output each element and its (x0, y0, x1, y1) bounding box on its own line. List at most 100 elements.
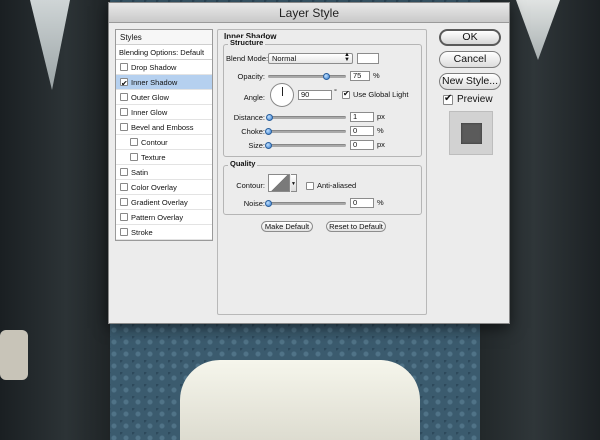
distance-input[interactable]: 1 (350, 112, 374, 122)
size-label: Size: (248, 141, 265, 150)
distance-unit: px (377, 112, 385, 121)
distance-label: Distance: (233, 113, 265, 122)
opacity-unit: % (373, 71, 380, 80)
make-default-button[interactable]: Make Default (261, 221, 313, 232)
opacity-slider[interactable] (268, 73, 346, 80)
size-input[interactable]: 0 (350, 140, 374, 150)
style-item-label: Drop Shadow (131, 62, 177, 72)
choke-unit: % (377, 126, 384, 135)
blending-options-item[interactable]: Blending Options: Default (116, 45, 212, 60)
distance-slider-thumb[interactable] (266, 114, 273, 121)
style-item-contour[interactable]: Contour (116, 135, 212, 150)
ok-button[interactable]: OK (439, 29, 501, 46)
style-item-label: Contour (141, 137, 168, 147)
style-item-pattern-overlay[interactable]: Pattern Overlay (116, 210, 212, 225)
dialog-title: Layer Style (278, 6, 340, 20)
style-preview-square (461, 123, 482, 144)
distance-slider[interactable] (266, 114, 346, 121)
preview-checkbox[interactable] (443, 93, 453, 105)
inner-shadow-panel: Inner Shadow Structure Blend Mode: Norma… (217, 29, 427, 315)
choke-input[interactable]: 0 (350, 126, 374, 136)
angle-label: Angle: (243, 93, 265, 102)
styles-list: Styles Blending Options: Default Drop Sh… (115, 29, 213, 241)
style-item-checkbox[interactable] (130, 138, 138, 146)
opacity-input[interactable]: 75 (350, 71, 370, 81)
style-item-label: Bevel and Emboss (131, 122, 194, 132)
angle-degree: ° (334, 87, 337, 96)
style-item-outer-glow[interactable]: Outer Glow (116, 90, 212, 105)
anti-aliased-row[interactable]: Anti-aliased (306, 181, 356, 190)
contour-label: Contour: (236, 181, 265, 190)
style-item-checkbox[interactable] (130, 153, 138, 161)
choke-slider[interactable] (265, 128, 346, 135)
opacity-slider-thumb[interactable] (322, 73, 330, 80)
layer-style-dialog: Layer Style Styles Blending Options: Def… (108, 2, 510, 324)
size-unit: px (377, 140, 385, 149)
preview-row[interactable]: Preview (443, 93, 493, 105)
cancel-button[interactable]: Cancel (439, 51, 501, 68)
style-item-checkbox[interactable] (120, 228, 128, 236)
contour-dropdown-icon[interactable]: ▼ (291, 174, 297, 192)
noise-input[interactable]: 0 (350, 198, 374, 208)
shirt-collar-left (30, 0, 70, 90)
style-item-checkbox[interactable] (120, 168, 128, 176)
background-person-left (0, 0, 110, 440)
opacity-label: Opacity: (237, 72, 265, 81)
size-slider[interactable] (265, 142, 346, 149)
style-item-label: Color Overlay (131, 182, 177, 192)
style-item-checkbox[interactable] (120, 123, 128, 131)
contour-preview[interactable] (268, 174, 290, 192)
style-item-drop-shadow[interactable]: Drop Shadow (116, 60, 212, 75)
use-global-light-row[interactable]: Use Global Light (342, 89, 409, 99)
style-item-label: Stroke (131, 227, 153, 237)
style-item-label: Pattern Overlay (131, 212, 184, 222)
style-item-checkbox[interactable] (120, 198, 128, 206)
blend-mode-select[interactable]: Normal ▲ ▼ (268, 52, 353, 64)
styles-header[interactable]: Styles (116, 30, 212, 45)
style-item-stroke[interactable]: Stroke (116, 225, 212, 240)
use-global-light-checkbox[interactable] (342, 89, 350, 99)
blend-mode-label: Blend Mode: (226, 54, 269, 63)
style-item-checkbox[interactable] (120, 108, 128, 116)
style-item-satin[interactable]: Satin (116, 165, 212, 180)
choke-slider-thumb[interactable] (265, 128, 272, 135)
style-item-checkbox[interactable] (120, 63, 128, 71)
style-item-color-overlay[interactable]: Color Overlay (116, 180, 212, 195)
select-arrows-icon: ▲ ▼ (344, 52, 350, 63)
style-item-checkbox[interactable] (120, 213, 128, 221)
choke-label: Choke: (241, 127, 265, 136)
style-item-label: Texture (141, 152, 166, 162)
size-slider-thumb[interactable] (265, 142, 272, 149)
angle-dial[interactable] (270, 83, 294, 107)
style-item-label: Inner Glow (131, 107, 168, 117)
blend-mode-value: Normal (272, 54, 297, 63)
shadow-color-swatch[interactable] (357, 53, 379, 64)
anti-aliased-checkbox[interactable] (306, 181, 314, 190)
noise-slider-thumb[interactable] (265, 200, 272, 207)
dialog-titlebar[interactable]: Layer Style (109, 3, 509, 23)
angle-input[interactable]: 90 (298, 90, 332, 100)
style-item-texture[interactable]: Texture (116, 150, 212, 165)
style-item-bevel-and-emboss[interactable]: Bevel and Emboss (116, 120, 212, 135)
use-global-light-label: Use Global Light (353, 90, 409, 99)
style-item-label: Gradient Overlay (131, 197, 188, 207)
style-item-inner-shadow[interactable]: Inner Shadow (116, 75, 212, 91)
reset-to-default-button[interactable]: Reset to Default (326, 221, 386, 232)
style-item-gradient-overlay[interactable]: Gradient Overlay (116, 195, 212, 210)
style-preview (449, 111, 493, 155)
noise-slider[interactable] (265, 200, 346, 207)
style-item-checkbox[interactable] (120, 76, 128, 91)
noise-unit: % (377, 198, 384, 207)
background-podium (180, 360, 420, 440)
preview-label: Preview (457, 94, 493, 105)
hand-left (0, 330, 28, 380)
structure-group: Structure Blend Mode: Normal ▲ ▼ Opacity:… (223, 38, 422, 157)
style-item-label: Outer Glow (131, 92, 169, 102)
style-item-inner-glow[interactable]: Inner Glow (116, 105, 212, 120)
style-item-checkbox[interactable] (120, 93, 128, 101)
new-style-button[interactable]: New Style... (439, 73, 501, 90)
style-item-checkbox[interactable] (120, 183, 128, 191)
style-item-label: Inner Shadow (131, 77, 178, 87)
quality-title: Quality (228, 159, 258, 168)
style-item-label: Satin (131, 167, 149, 177)
